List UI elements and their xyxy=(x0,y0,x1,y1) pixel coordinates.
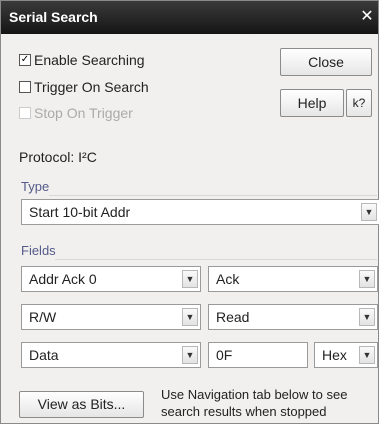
protocol-label: Protocol: xyxy=(19,149,75,165)
checkbox-box: ✓ xyxy=(19,54,31,66)
format-select[interactable]: Hex ▼ xyxy=(314,342,378,368)
chevron-down-icon[interactable]: ▼ xyxy=(359,308,375,326)
field-select-3[interactable]: Data ▼ xyxy=(21,342,201,368)
enable-searching-label: Enable Searching xyxy=(34,52,145,68)
close-icon[interactable]: ✕ xyxy=(358,6,376,28)
field-value-2: R/W xyxy=(29,309,57,325)
field-value-3: Data xyxy=(29,347,59,363)
field-option-select-1[interactable]: Ack ▼ xyxy=(208,266,378,292)
field-option-select-2[interactable]: Read ▼ xyxy=(208,304,378,330)
whats-this-button[interactable]: k? xyxy=(346,89,372,117)
type-value: Start 10-bit Addr xyxy=(29,204,131,220)
title-bar: Serial Search ✕ xyxy=(1,1,378,34)
checkbox-box xyxy=(19,107,31,119)
stop-on-trigger-label: Stop On Trigger xyxy=(34,105,133,121)
type-separator xyxy=(49,195,377,196)
protocol-line: Protocol: I²C xyxy=(19,149,97,165)
fields-separator xyxy=(55,259,377,260)
navigation-hint: Use Navigation tab below to see search r… xyxy=(161,386,347,420)
window-title: Serial Search xyxy=(9,9,98,25)
data-value-input[interactable]: 0F xyxy=(208,342,308,368)
field-select-2[interactable]: R/W ▼ xyxy=(21,304,201,330)
chevron-down-icon[interactable]: ▼ xyxy=(182,346,198,364)
field-select-1[interactable]: Addr Ack 0 ▼ xyxy=(21,266,201,292)
type-select[interactable]: Start 10-bit Addr ▼ xyxy=(21,199,379,225)
chevron-down-icon[interactable]: ▼ xyxy=(361,203,377,221)
type-heading: Type xyxy=(21,179,50,194)
trigger-on-search-checkbox[interactable]: Trigger On Search xyxy=(19,78,209,96)
chevron-down-icon[interactable]: ▼ xyxy=(182,270,198,288)
trigger-on-search-label: Trigger On Search xyxy=(34,79,149,95)
view-as-bits-button[interactable]: View as Bits... xyxy=(19,391,144,418)
checkbox-box xyxy=(19,81,31,93)
stop-on-trigger-checkbox: Stop On Trigger xyxy=(19,104,209,122)
protocol-value: I²C xyxy=(78,149,97,165)
field-option-value-2: Read xyxy=(216,309,250,325)
format-value: Hex xyxy=(322,347,347,363)
help-button[interactable]: Help xyxy=(280,89,344,117)
navigation-hint-line-1: Use Navigation tab below to see xyxy=(161,387,348,402)
enable-searching-checkbox[interactable]: ✓ Enable Searching xyxy=(19,51,209,69)
chevron-down-icon[interactable]: ▼ xyxy=(359,270,375,288)
close-button[interactable]: Close xyxy=(280,48,372,76)
pointer-help-icon: k? xyxy=(352,96,366,110)
field-value-1: Addr Ack 0 xyxy=(29,271,97,287)
field-option-value-1: Ack xyxy=(216,271,240,287)
data-value-text: 0F xyxy=(216,347,233,363)
navigation-hint-line-2: search results when stopped xyxy=(161,404,327,419)
fields-heading: Fields xyxy=(21,243,56,258)
chevron-down-icon[interactable]: ▼ xyxy=(182,308,198,326)
serial-search-dialog: Serial Search ✕ ✓ Enable Searching Trigg… xyxy=(0,0,379,424)
chevron-down-icon[interactable]: ▼ xyxy=(359,346,375,364)
